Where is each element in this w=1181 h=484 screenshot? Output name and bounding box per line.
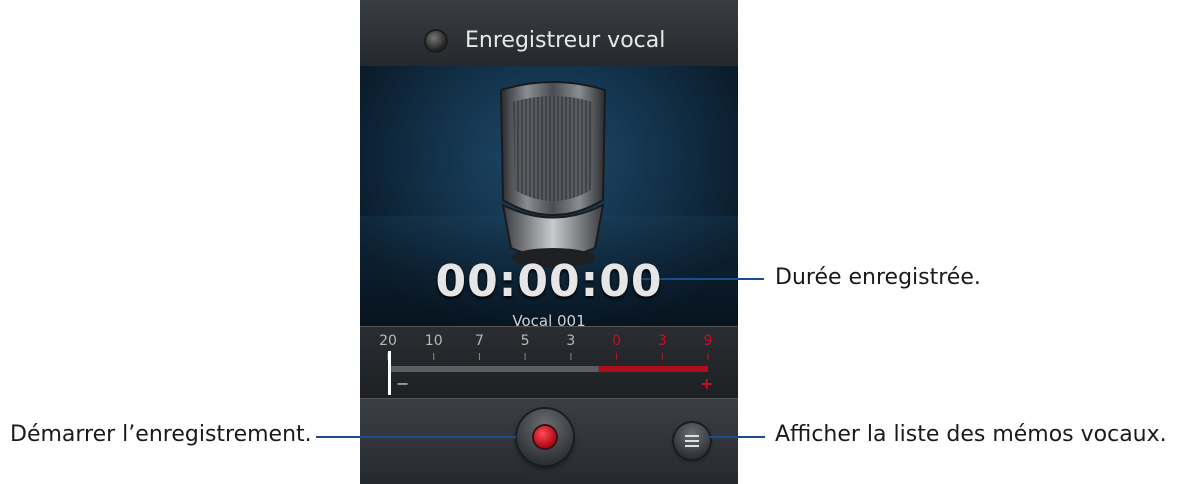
voice-recorder-app-icon xyxy=(426,31,446,51)
meter-level-needle xyxy=(388,351,391,395)
recording-filename: Vocal 001 xyxy=(512,312,586,330)
control-bar xyxy=(360,398,738,484)
meter-scale-label: 3 xyxy=(658,333,667,349)
level-meter: 20 10 7 5 3 0 3 9 − + xyxy=(360,326,738,399)
record-button[interactable] xyxy=(517,409,573,465)
list-callout-line xyxy=(708,436,765,438)
phone-screen: Enregistreur vocal 00:00:00 Vocal 001 20… xyxy=(360,0,738,484)
meter-scale-label: 3 xyxy=(566,333,575,349)
start-callout-line xyxy=(316,436,516,438)
list-callout-label: Afficher la liste des mémos vocaux. xyxy=(775,422,1167,447)
duration-callout-label: Durée enregistrée. xyxy=(775,265,981,290)
app-title: Enregistreur vocal xyxy=(465,28,666,53)
meter-normal-range-bar xyxy=(388,366,599,372)
title-bar: Enregistreur vocal xyxy=(360,0,738,67)
meter-scale-label: 10 xyxy=(425,333,443,349)
meter-scale-label: 7 xyxy=(475,333,484,349)
meter-plus-label: + xyxy=(700,374,713,393)
recording-timer: 00:00:00 xyxy=(435,256,663,307)
start-callout-label: Démarrer l’enregistrement. xyxy=(10,422,312,447)
meter-scale-label: 0 xyxy=(612,333,621,349)
recordings-list-button[interactable] xyxy=(674,423,710,459)
meter-scale-label: 9 xyxy=(704,333,713,349)
recording-stage: 00:00:00 Vocal 001 xyxy=(360,66,738,330)
meter-peak-range-bar xyxy=(598,366,708,372)
microphone-icon xyxy=(499,81,607,268)
record-icon xyxy=(534,426,556,448)
list-icon xyxy=(685,435,699,450)
meter-scale-label: 20 xyxy=(379,333,397,349)
meter-scale-label: 5 xyxy=(521,333,530,349)
meter-minus-label: − xyxy=(396,374,409,393)
level-meter-scale: 20 10 7 5 3 0 3 9 − + xyxy=(379,333,713,395)
